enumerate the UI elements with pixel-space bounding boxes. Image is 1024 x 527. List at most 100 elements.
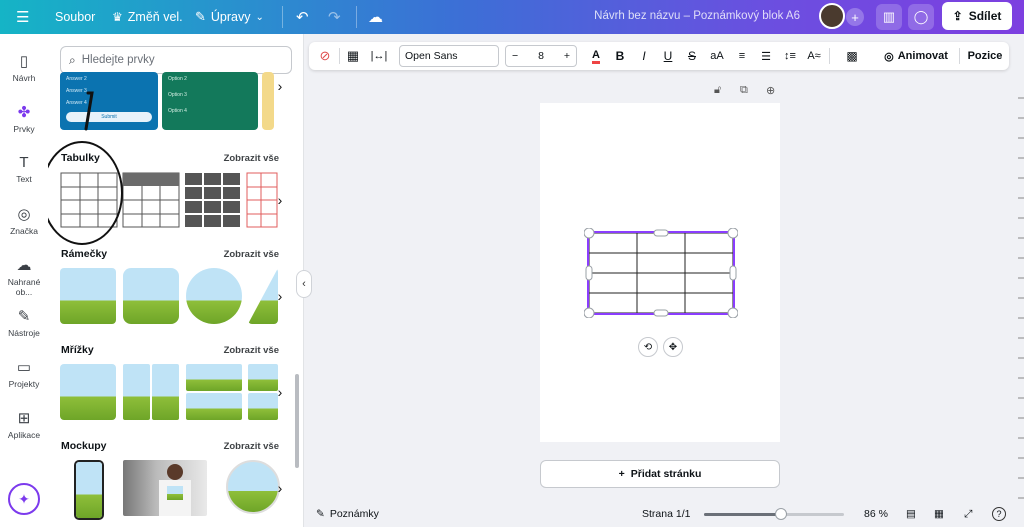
cell-spacing-button[interactable]: |↔| bbox=[367, 42, 391, 70]
scroll-right-arrow[interactable]: › bbox=[274, 188, 286, 212]
scroll-right-arrow[interactable]: › bbox=[274, 380, 286, 404]
rail-item-label: Nástroje bbox=[8, 328, 40, 338]
table-template-dark[interactable] bbox=[185, 173, 240, 227]
add-collaborator-button[interactable]: + bbox=[846, 8, 864, 26]
rail-item-upload[interactable]: ☁ Nahrané ob... bbox=[0, 256, 48, 297]
rail-item-folder[interactable]: ▭ Projekty bbox=[0, 358, 48, 389]
chevron-right-icon: › bbox=[277, 288, 283, 304]
table-borders-button[interactable]: ▦ bbox=[341, 42, 365, 70]
file-menu[interactable]: Soubor bbox=[55, 0, 95, 34]
search-input[interactable]: ⌕ Hledejte prvky bbox=[60, 46, 292, 74]
font-size-stepper[interactable]: − 8 + bbox=[505, 45, 577, 67]
corner-handle bbox=[727, 228, 738, 239]
rail-item-brand[interactable]: ◎ Značka bbox=[0, 205, 48, 236]
lock-page-button[interactable]: 🔓︎ bbox=[714, 84, 721, 97]
text-color-button[interactable]: A bbox=[585, 42, 607, 70]
rail-item-label: Prvky bbox=[13, 124, 35, 134]
add-page-icon-button[interactable]: ⊕ bbox=[766, 84, 775, 97]
insights-button[interactable]: ▥ bbox=[876, 4, 902, 30]
table-template-header[interactable] bbox=[122, 172, 180, 228]
text-effects-icon: A≈ bbox=[807, 50, 821, 62]
grid-single[interactable] bbox=[60, 364, 116, 420]
list-button[interactable]: ☰ bbox=[755, 42, 777, 70]
zoom-level[interactable]: 86 % bbox=[864, 501, 888, 527]
notes-button[interactable]: ✎ Poznámky bbox=[316, 501, 379, 527]
scroll-right-arrow[interactable]: › bbox=[274, 74, 286, 98]
form-template-green[interactable]: Option 2 Option 3 Option 4 bbox=[162, 72, 258, 130]
rotate-button[interactable]: ⟲ bbox=[638, 337, 658, 357]
collapse-panel-button[interactable]: ‹ bbox=[296, 270, 312, 298]
spacing-button[interactable]: ↕≡ bbox=[779, 42, 801, 70]
resize-menu[interactable]: ♛ Změň vel. bbox=[112, 0, 183, 34]
underline-button[interactable]: U bbox=[657, 42, 679, 70]
zoom-slider[interactable] bbox=[704, 508, 844, 520]
align-button[interactable]: ≡ bbox=[731, 42, 753, 70]
undo-button[interactable]: ↶ bbox=[296, 0, 309, 34]
selected-table[interactable] bbox=[584, 228, 738, 318]
mockup-sticker[interactable] bbox=[226, 460, 280, 514]
rail-item-apps[interactable]: ⊞ Aplikace bbox=[0, 409, 48, 440]
brand-icon: ◎ bbox=[17, 206, 31, 223]
tools-icon: ✎ bbox=[17, 308, 31, 325]
see-all-tables-link[interactable]: Zobrazit vše bbox=[224, 153, 279, 164]
share-button[interactable]: ⇪ Sdílet bbox=[942, 2, 1012, 30]
see-all-mockups-link[interactable]: Zobrazit vše bbox=[224, 441, 279, 452]
duplicate-page-button[interactable]: ⧉ bbox=[740, 84, 748, 97]
grid-two-rows[interactable] bbox=[186, 364, 242, 420]
table-template-red[interactable] bbox=[246, 172, 278, 228]
cell-color-button[interactable]: ⊘ bbox=[313, 42, 337, 70]
lock-icon: 🔓︎ bbox=[714, 84, 722, 96]
menu-button[interactable]: ☰ bbox=[16, 0, 29, 34]
bottom-bar: ✎ Poznámky Strana 1/1 86 % ▤ ▦ ⤢ ? bbox=[304, 501, 1024, 527]
add-page-button[interactable]: + Přidat stránku bbox=[540, 460, 780, 488]
context-toolbar: ⊘ ▦ |↔| Open Sans − 8 + A B I U S aA ≡ ☰… bbox=[309, 42, 1009, 70]
divider bbox=[959, 48, 960, 64]
strikethrough-button[interactable]: S bbox=[681, 42, 703, 70]
panel-scrollbar[interactable] bbox=[295, 374, 299, 468]
document-title[interactable]: Návrh bez názvu – Poznámkový blok A6 bbox=[594, 10, 800, 22]
page-indicator[interactable]: Strana 1/1 bbox=[642, 501, 690, 527]
upload-icon: ☁ bbox=[16, 257, 32, 274]
edge-handle bbox=[653, 229, 669, 237]
scroll-right-arrow[interactable]: › bbox=[274, 476, 286, 500]
edit-menu[interactable]: ✎ Úpravy ⌄ bbox=[195, 0, 264, 34]
transparency-button[interactable]: ▩ bbox=[841, 42, 863, 70]
animate-button[interactable]: ◎ Animovat bbox=[879, 42, 953, 70]
comments-button[interactable]: ◯ bbox=[908, 4, 934, 30]
cloud-icon: ☁ bbox=[368, 9, 383, 26]
avatar[interactable] bbox=[819, 3, 845, 29]
rail-item-tools[interactable]: ✎ Nástroje bbox=[0, 307, 48, 338]
rail-item-shapes[interactable]: ✤ Prvky bbox=[0, 103, 48, 134]
chevron-right-icon: › bbox=[277, 480, 283, 496]
plus-icon[interactable]: + bbox=[564, 50, 570, 62]
see-all-grids-link[interactable]: Zobrazit vše bbox=[224, 345, 279, 356]
minus-icon[interactable]: − bbox=[512, 50, 518, 62]
frame-square[interactable] bbox=[60, 268, 116, 324]
redo-button[interactable]: ↷ bbox=[328, 0, 341, 34]
form-template-yellow[interactable] bbox=[262, 72, 274, 130]
see-all-frames-link[interactable]: Zobrazit vše bbox=[224, 249, 279, 260]
text-effects-button[interactable]: A≈ bbox=[803, 42, 825, 70]
rail-item-layout[interactable]: ▯ Návrh bbox=[0, 52, 48, 83]
zoom-slider-knob[interactable] bbox=[775, 508, 787, 520]
magic-assistant-button[interactable]: ✦ bbox=[8, 483, 40, 515]
scroll-right-arrow[interactable]: › bbox=[274, 284, 286, 308]
frame-rounded[interactable] bbox=[123, 268, 179, 324]
pencil-icon: ✎ bbox=[195, 9, 206, 24]
bold-button[interactable]: B bbox=[609, 42, 631, 70]
font-family-select[interactable]: Open Sans bbox=[399, 45, 499, 67]
position-button[interactable]: Pozice bbox=[965, 42, 1005, 70]
rail-item-text[interactable]: T Text bbox=[0, 154, 48, 184]
page-view-button[interactable]: ▦ bbox=[934, 501, 944, 527]
grid-two-columns[interactable] bbox=[123, 364, 179, 420]
help-button[interactable]: ? bbox=[992, 501, 1006, 527]
fullscreen-button[interactable]: ⤢ bbox=[964, 501, 972, 527]
cloud-save-status[interactable]: ☁ bbox=[368, 0, 383, 34]
mockup-tshirt[interactable] bbox=[123, 460, 207, 516]
italic-button[interactable]: I bbox=[633, 42, 655, 70]
grid-view-button[interactable]: ▤ bbox=[906, 501, 916, 527]
letter-case-button[interactable]: aA bbox=[705, 42, 729, 70]
mockup-phone[interactable] bbox=[74, 460, 104, 520]
move-button[interactable]: ✥ bbox=[663, 337, 683, 357]
frame-circle[interactable] bbox=[186, 268, 242, 324]
